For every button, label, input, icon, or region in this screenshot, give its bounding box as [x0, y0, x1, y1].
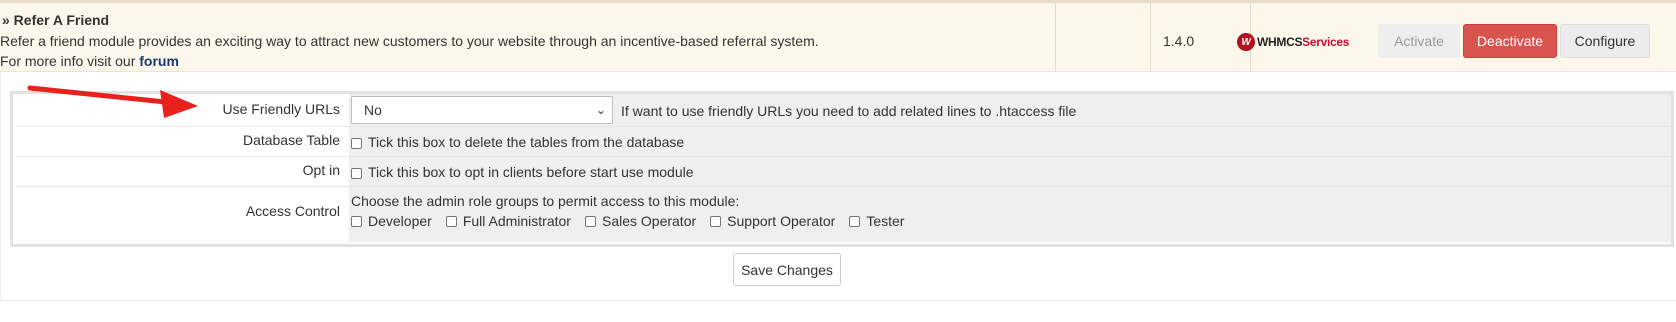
friendly-urls-value: No — [364, 102, 382, 118]
config-row-access-control: Access Control Choose the admin role gro… — [16, 187, 1671, 242]
configure-button[interactable]: Configure — [1560, 24, 1650, 58]
role-option: Tester — [849, 213, 904, 229]
role-label: Support Operator — [727, 213, 836, 229]
vendor-logo: W WHMCS Services — [1237, 30, 1349, 54]
red-arrow-annotation — [27, 85, 198, 118]
role-option: Support Operator — [710, 213, 835, 229]
role-option: Full Administrator — [445, 213, 571, 229]
role-tester-checkbox[interactable] — [849, 215, 861, 227]
database-table-checkbox[interactable] — [351, 137, 362, 149]
role-option: Developer — [351, 213, 432, 229]
config-row-friendly-urls: Use Friendly URLs No ⌄ If want to use fr… — [16, 94, 1671, 127]
friendly-urls-field: No ⌄ If want to use friendly URLs you ne… — [349, 94, 1671, 126]
arrow-shaft — [27, 85, 178, 106]
access-control-instruction: Choose the admin role groups to permit a… — [351, 193, 740, 209]
opt-in-checkbox[interactable] — [351, 167, 362, 179]
role-full-administrator-checkbox[interactable] — [445, 215, 457, 227]
logo-text-red: Services — [1302, 35, 1350, 49]
role-label: Full Administrator — [462, 213, 571, 229]
save-changes-button[interactable]: Save Changes — [733, 253, 841, 286]
chevron-down-icon: ⌄ — [595, 103, 606, 117]
arrow-head — [160, 90, 198, 118]
database-table-checkbox-label: Tick this box to delete the tables from … — [368, 134, 685, 150]
database-table-label: Database Table — [16, 127, 346, 156]
column-divider — [1150, 3, 1151, 72]
role-support-operator-checkbox[interactable] — [710, 215, 722, 227]
role-label: Sales Operator — [601, 213, 697, 229]
role-option: Sales Operator — [584, 213, 697, 229]
bottom-divider — [0, 300, 1676, 301]
config-row-database-table: Database Table Tick this box to delete t… — [16, 127, 1671, 157]
role-label: Developer — [368, 213, 432, 229]
role-label: Tester — [866, 213, 905, 229]
config-row-opt-in: Opt in Tick this box to opt in clients b… — [16, 157, 1671, 187]
logo-text-dark: WHMCS — [1257, 35, 1303, 49]
module-version: 1.4.0 — [1163, 33, 1195, 49]
friendly-urls-hint: If want to use friendly URLs you need to… — [621, 103, 1077, 119]
column-divider — [1055, 3, 1056, 72]
activate-button[interactable]: Activate — [1378, 24, 1460, 58]
opt-in-field: Tick this box to opt in clients before s… — [349, 157, 1671, 186]
role-list: Developer Full Administrator Sales Opera… — [351, 213, 918, 229]
role-sales-operator-checkbox[interactable] — [584, 215, 596, 227]
access-control-label: Access Control — [16, 187, 346, 242]
role-developer-checkbox[interactable] — [351, 215, 362, 227]
opt-in-checkbox-label: Tick this box to opt in clients before s… — [368, 164, 694, 180]
friendly-urls-select[interactable]: No ⌄ — [351, 96, 613, 124]
opt-in-label: Opt in — [16, 157, 346, 186]
database-table-field: Tick this box to delete the tables from … — [349, 127, 1671, 156]
deactivate-button[interactable]: Deactivate — [1463, 24, 1557, 58]
access-control-field: Choose the admin role groups to permit a… — [349, 187, 1671, 242]
logo-emblem-icon: W — [1237, 33, 1255, 51]
